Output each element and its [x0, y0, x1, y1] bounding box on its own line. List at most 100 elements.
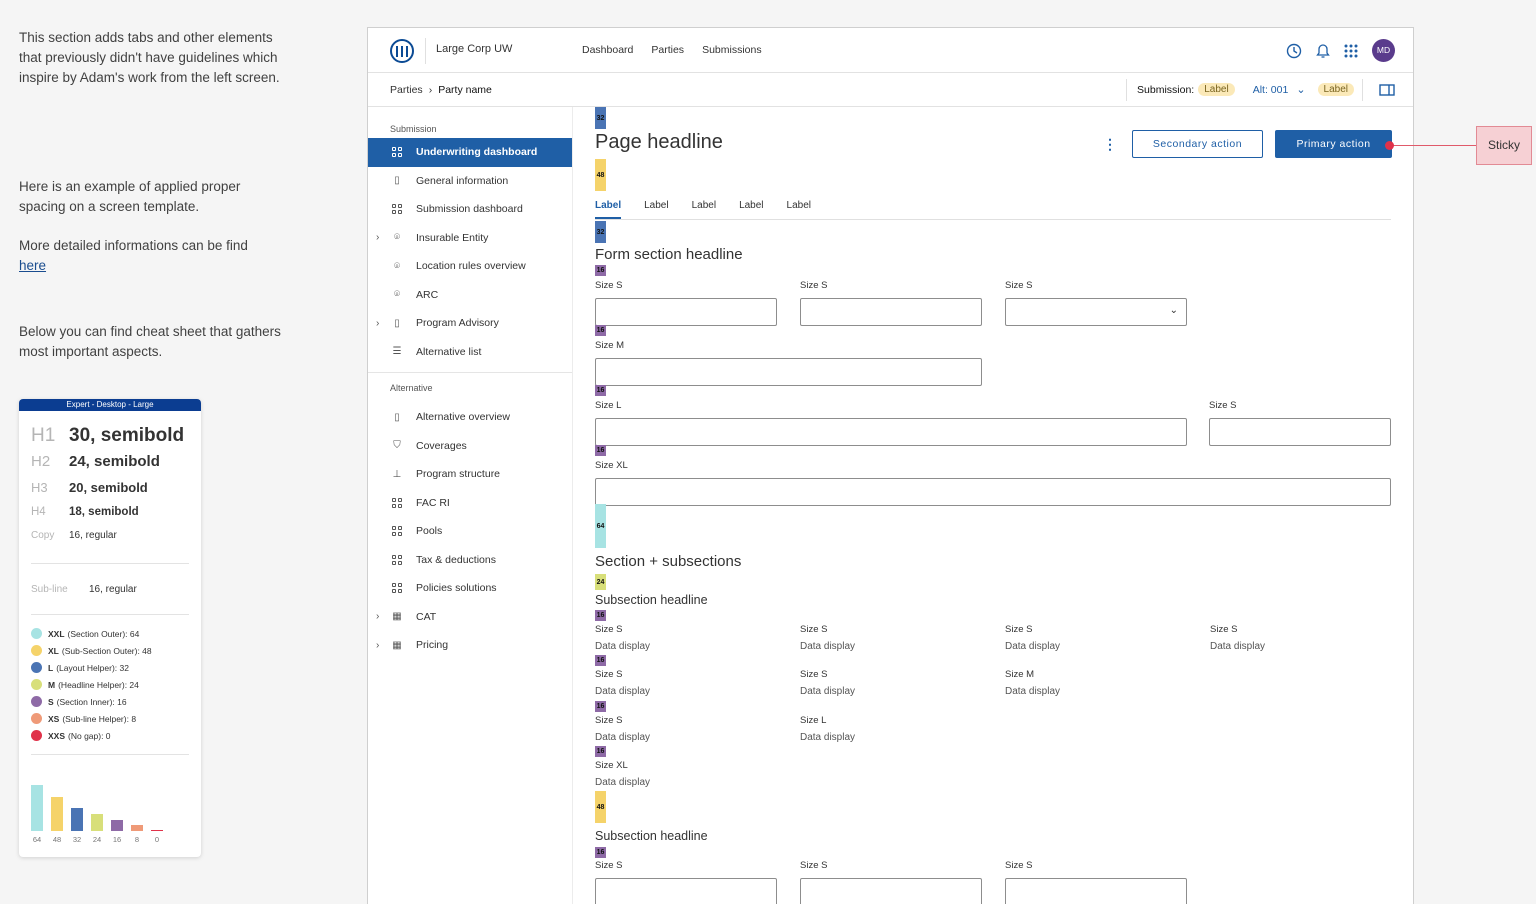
field-label: Size S — [1005, 280, 1033, 291]
sidebar-item-coverages[interactable]: ⛉ Coverages — [368, 432, 572, 461]
nav-parties[interactable]: Parties — [651, 44, 684, 56]
sidebar-item-label: Alternative overview — [416, 411, 510, 424]
sidebar-item-fac-ri[interactable]: FAC RI — [368, 489, 572, 518]
legend-dot — [31, 730, 42, 741]
chevron-down-icon: ⌄ — [1169, 305, 1178, 316]
legend-item: S (Section Inner): 16 — [19, 693, 201, 710]
tab-4[interactable]: Label — [739, 200, 763, 219]
spacer-marker: 24 — [595, 574, 606, 590]
crumb-parties[interactable]: Parties — [390, 84, 423, 96]
text-input-l[interactable] — [595, 418, 1187, 446]
sidebar-item-arc[interactable]: ⌾ ARC — [368, 281, 572, 310]
avatar[interactable]: MD — [1372, 39, 1395, 62]
field-label: Size S — [595, 860, 623, 871]
primary-action-button[interactable]: Primary action — [1275, 130, 1392, 158]
apps-grid-icon[interactable] — [1344, 44, 1358, 58]
sidebar-item-insurable-entity[interactable]: › ⌾ Insurable Entity — [368, 224, 572, 253]
chevron-right-icon[interactable]: › — [376, 318, 379, 329]
sidebar-item-pools[interactable]: Pools — [368, 517, 572, 546]
chevron-right-icon[interactable]: › — [376, 232, 379, 243]
spacer-marker: 48 — [595, 159, 606, 191]
document-search-icon: ▯ — [394, 317, 400, 329]
spacing-bar-chart — [31, 779, 191, 831]
text-input-s[interactable] — [595, 878, 777, 904]
app-window: Large Corp UW Dashboard Parties Submissi… — [367, 27, 1414, 904]
section-headline: Section + subsections — [595, 553, 742, 570]
nav-submissions[interactable]: Submissions — [702, 44, 762, 56]
text-input-m[interactable] — [595, 358, 982, 386]
note-cheatsheet: Below you can find cheat sheet that gath… — [19, 324, 281, 359]
legend-dot — [31, 713, 42, 724]
text-input-s[interactable] — [1005, 878, 1187, 904]
spacing-bar — [51, 796, 63, 831]
spacer-marker: 16 — [595, 385, 606, 396]
spacer-marker: 16 — [595, 325, 606, 336]
spacer-marker: 16 — [595, 610, 606, 621]
note-intro: This section adds tabs and other element… — [19, 30, 280, 85]
sidebar-item-cat[interactable]: › ▦ CAT — [368, 603, 572, 632]
legend-dot — [31, 696, 42, 707]
sidebar-item-tax-deductions[interactable]: Tax & deductions — [368, 546, 572, 575]
tab-1[interactable]: Label — [595, 200, 622, 219]
display-label: Size S — [595, 669, 623, 680]
display-value: Data display — [1005, 686, 1061, 697]
panel-toggle-icon[interactable] — [1379, 83, 1395, 96]
text-input-s[interactable] — [800, 878, 982, 904]
tab-3[interactable]: Label — [692, 200, 716, 219]
spacer-marker: 64 — [595, 504, 606, 548]
sidebar-item-location-rules-overview[interactable]: ⌾ Location rules overview — [368, 252, 572, 281]
display-label: Size S — [800, 624, 828, 635]
sidebar-item-submission-dashboard[interactable]: Submission dashboard — [368, 195, 572, 224]
company-logo-icon[interactable] — [390, 39, 414, 63]
nav-dashboard[interactable]: Dashboard — [582, 44, 633, 56]
typo-h2: H2 24, semibold — [31, 453, 160, 470]
more-menu-icon[interactable]: ⋮ — [1103, 136, 1117, 153]
tab-2[interactable]: Label — [644, 200, 668, 219]
chevron-down-icon[interactable]: ⌄ — [1296, 83, 1305, 96]
sidebar-item-label: Submission dashboard — [416, 203, 523, 216]
display-value: Data display — [595, 686, 651, 697]
grid-icon — [391, 203, 403, 215]
main-nav: Dashboard Parties Submissions — [582, 44, 762, 56]
field-label: Size S — [800, 280, 828, 291]
text-input-s[interactable] — [800, 298, 982, 326]
display-label: Size S — [1005, 624, 1033, 635]
clock-icon[interactable] — [1286, 43, 1302, 59]
sidebar-item-pricing[interactable]: › ▦ Pricing — [368, 631, 572, 660]
sidebar-item-alternative-list[interactable]: ☰ Alternative list — [368, 338, 572, 367]
display-value: Data display — [595, 777, 651, 788]
display-value: Data display — [1210, 641, 1266, 652]
legend-item: XS (Sub-line Helper): 8 — [19, 710, 201, 727]
text-input-xl[interactable] — [595, 478, 1391, 506]
here-link[interactable]: here — [19, 258, 46, 273]
sidebar-item-alternative-overview[interactable]: ▯ Alternative overview — [368, 403, 572, 432]
spacer-marker: 16 — [595, 445, 606, 456]
sidebar-item-program-structure[interactable]: ⊥ Program structure — [368, 460, 572, 489]
chevron-right-icon[interactable]: › — [376, 640, 379, 651]
text-input-s[interactable] — [1209, 418, 1391, 446]
display-label: Size XL — [595, 760, 628, 771]
chevron-right-icon[interactable]: › — [376, 611, 379, 622]
display-value: Data display — [595, 641, 651, 652]
select-input-s[interactable]: ⌄ — [1005, 298, 1187, 326]
sidebar-item-program-advisory[interactable]: › ▯ Program Advisory — [368, 309, 572, 338]
field-label: Size L — [595, 400, 622, 411]
display-label: Size S — [595, 715, 623, 726]
spacing-bar — [131, 825, 143, 831]
text-input-s[interactable] — [595, 298, 777, 326]
sidebar-item-label: Insurable Entity — [416, 231, 489, 244]
alt-selector[interactable]: Alt: 001 — [1253, 84, 1289, 96]
legend-dot — [31, 628, 42, 639]
secondary-action-button[interactable]: Secondary action — [1132, 130, 1263, 158]
bar-label: 0 — [154, 835, 160, 844]
typo-h1: H1 30, semibold — [31, 425, 185, 446]
display-label: Size S — [595, 624, 623, 635]
tab-5[interactable]: Label — [787, 200, 811, 219]
bell-icon[interactable] — [1316, 43, 1330, 59]
legend-dot — [31, 645, 42, 656]
sidebar-item-general-information[interactable]: ▯ General information — [368, 167, 572, 196]
sidebar-item-policies-solutions[interactable]: Policies solutions — [368, 574, 572, 603]
sidebar-item-underwriting-dashboard[interactable]: Underwriting dashboard — [368, 138, 572, 167]
spacing-bar-labels: 64 48 32 24 16 8 0 — [31, 835, 191, 844]
list-icon: ☰ — [392, 346, 402, 358]
